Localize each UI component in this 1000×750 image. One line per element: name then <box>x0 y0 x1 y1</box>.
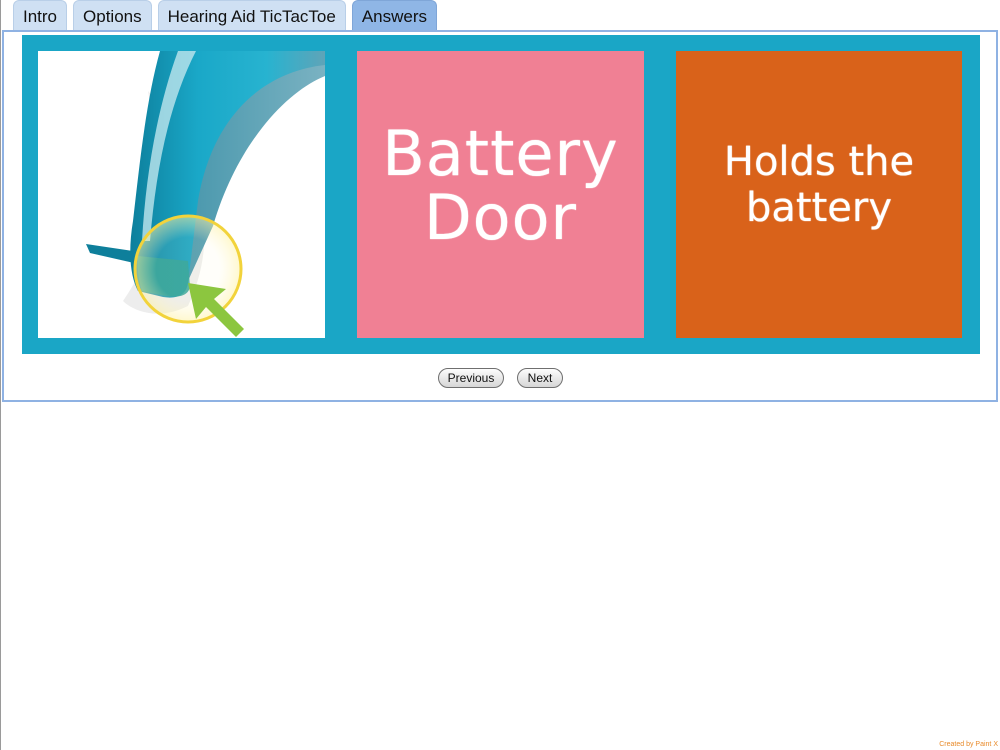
term-card: Battery Door <box>357 51 644 338</box>
tab-answers[interactable]: Answers <box>351 0 438 30</box>
card-navigation: Previous Next <box>4 368 1000 390</box>
term-text: Battery Door <box>382 116 619 254</box>
tab-intro[interactable]: Intro <box>13 0 68 30</box>
definition-text: Holds the battery <box>723 138 915 231</box>
next-button[interactable]: Next <box>517 368 563 388</box>
tab-options[interactable]: Options <box>73 0 152 30</box>
answer-card-strip: Battery Door Holds the battery <box>22 35 980 354</box>
app-page: Intro Options Hearing Aid TicTacToe Answ… <box>0 0 1000 750</box>
definition-card: Holds the battery <box>676 51 962 338</box>
tab-bar: Intro Options Hearing Aid TicTacToe Answ… <box>13 0 438 31</box>
footer-credit: Created by Paint X <box>939 741 998 748</box>
tab-hearing-aid-tictactoe[interactable]: Hearing Aid TicTacToe <box>157 0 346 30</box>
previous-button[interactable]: Previous <box>438 368 504 388</box>
answers-panel: Battery Door Holds the battery Previous … <box>2 30 998 402</box>
battery-door-illustration-icon <box>86 51 325 337</box>
image-card <box>38 51 325 338</box>
